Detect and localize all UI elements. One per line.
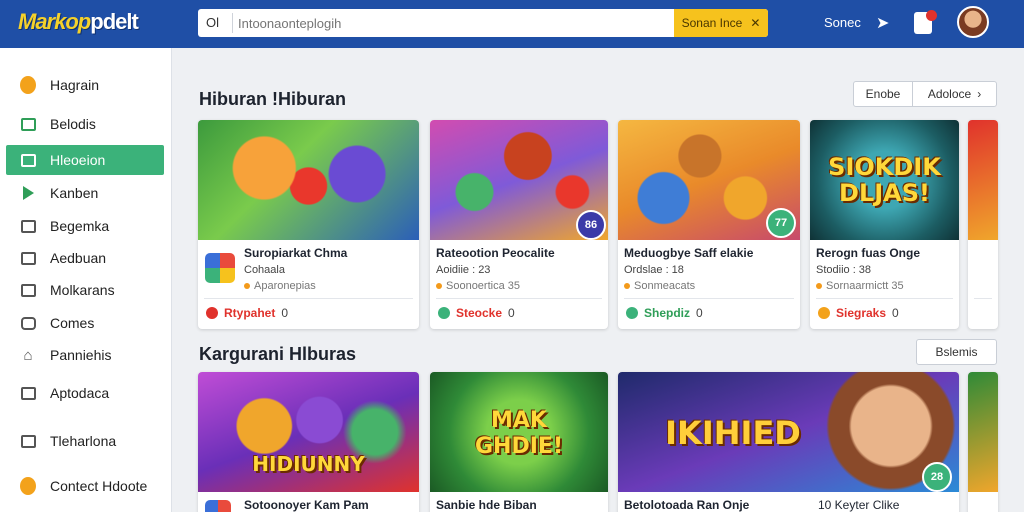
game-icon: [205, 500, 231, 512]
play-icon: [20, 185, 36, 201]
folder-icon: [20, 433, 36, 449]
top-bar: Markoppdelt Ol Sonan Ince ✕ Sonec ➤: [0, 0, 1024, 48]
search-bar: Ol Sonan Ince ✕: [198, 9, 768, 37]
sidebar-item-10[interactable]: Aptodaca: [6, 378, 164, 408]
game-thumbnail: [968, 372, 998, 492]
card-title[interactable]: Meduogbye Saff elakie: [624, 246, 753, 260]
game-card-partial[interactable]: [968, 120, 998, 329]
game-icon: [205, 253, 235, 283]
chevron-right-icon: ›: [977, 87, 982, 101]
card-title[interactable]: Sotoonoyer Kam Pam: [244, 498, 369, 512]
divider: [624, 298, 794, 299]
game-thumbnail: [198, 120, 419, 240]
rating-badge: 77: [766, 208, 796, 238]
card-sub: Sornaarmictt 35: [816, 280, 904, 292]
divider: [436, 298, 602, 299]
game-thumbnail: [968, 120, 998, 240]
search-divider: [232, 13, 233, 33]
card-title[interactable]: Sanbie hde Biban: [436, 498, 537, 512]
close-icon[interactable]: ✕: [750, 16, 760, 30]
rating-badge: 86: [576, 210, 606, 240]
card-meta: Stodiio : 38: [816, 264, 872, 276]
search-input[interactable]: [238, 11, 668, 35]
game-card-partial[interactable]: [968, 372, 998, 512]
card-title[interactable]: Suropiarkat Chma: [244, 246, 347, 260]
game-card[interactable]: 77 Meduogbye Saff elakie Ordslae : 18 So…: [618, 120, 800, 329]
game-art-title: MAK GHDIE!: [475, 408, 563, 459]
check-square-icon: [20, 152, 36, 168]
home-icon: ⌂: [23, 346, 33, 364]
game-art-title: IKIHIED: [665, 414, 801, 452]
card-sub: Aparonepias: [244, 280, 316, 292]
coin-icon: [20, 477, 36, 495]
sort-button[interactable]: Enobe: [853, 81, 913, 107]
sidebar-item-12[interactable]: Contect Hdoote: [6, 471, 164, 501]
card-meta: Cohaala: [244, 264, 285, 276]
grid-icon: [20, 282, 36, 298]
game-art-title: SIOKDIK DLJAS!: [828, 153, 941, 207]
check-icon: [626, 307, 638, 319]
divider: [816, 298, 953, 299]
see-all-button[interactable]: Bslemis: [916, 339, 997, 365]
game-card[interactable]: Suropiarkat Chma Cohaala Aparonepias Rty…: [198, 120, 419, 329]
sidebar-item-5[interactable]: Begemka: [6, 211, 164, 241]
game-card[interactable]: HIDIUNNY Sotoonoyer Kam Pam: [198, 372, 419, 512]
sidebar-item-6[interactable]: Aedbuan: [6, 243, 164, 273]
card-action[interactable]: Shepdiz 0: [626, 306, 703, 320]
pencil-icon: [438, 307, 450, 319]
heart-icon: [206, 307, 218, 319]
sidebar-item-8[interactable]: Comes: [6, 308, 164, 338]
sidebar-item-9[interactable]: ⌂ Panniehis: [6, 340, 164, 370]
search-button[interactable]: Sonan Ince ✕: [674, 9, 768, 37]
game-card[interactable]: 86 Rateootion Peocalite Aoidiie : 23 Soo…: [430, 120, 608, 329]
game-card[interactable]: MAK GHDIE! Sanbie hde Biban: [430, 372, 608, 512]
section-title-kargurani: Kargurani Hlburas: [199, 344, 357, 364]
sidebar: Hagrain Belodis Hleoeion Kanben Begemka …: [0, 48, 172, 512]
star-icon: [818, 307, 830, 319]
card-title[interactable]: Rateootion Peocalite: [436, 246, 555, 260]
card-action[interactable]: Steocke 0: [438, 306, 515, 320]
sidebar-item-11[interactable]: Tleharlona: [6, 426, 164, 456]
notification-badge: [926, 10, 937, 21]
advance-button[interactable]: Adoloce ›: [912, 81, 997, 107]
card-title[interactable]: Betolotoada Ran Onje: [624, 498, 749, 512]
sidebar-item-4[interactable]: Kanben: [6, 178, 164, 208]
card-extra: 10 Keyter Clike: [818, 498, 900, 512]
card-sub: Soonoertica 35: [436, 280, 520, 292]
header-link[interactable]: Sonec: [824, 15, 861, 30]
card-sub: Sonmeacats: [624, 280, 695, 292]
search-icon[interactable]: Ol: [206, 15, 219, 30]
section-title-hiburan: Hiburan !Hiburan: [199, 89, 346, 109]
sidebar-item-1[interactable]: Hagrain: [6, 70, 164, 100]
sidebar-item-3[interactable]: Hleoeion: [6, 145, 164, 175]
tablet-icon: [20, 315, 36, 331]
game-card[interactable]: SIOKDIK DLJAS! Rerogn fuas Onge Stodiio …: [810, 120, 959, 329]
edit-icon: [20, 385, 36, 401]
share-icon[interactable]: ➤: [876, 13, 889, 33]
avatar[interactable]: [957, 6, 989, 38]
card-title[interactable]: Rerogn fuas Onge: [816, 246, 920, 260]
game-card[interactable]: IKIHIED 28 Betolotoada Ran Onje 10 Keyte…: [618, 372, 959, 512]
card-meta: Aoidiie : 23: [436, 264, 491, 276]
card-meta: Ordslae : 18: [624, 264, 684, 276]
game-art-title: HIDIUNNY: [252, 452, 365, 476]
coin-icon: [20, 76, 36, 94]
sidebar-item-2[interactable]: Belodis: [6, 109, 164, 139]
bag-icon: [20, 116, 36, 132]
card-action[interactable]: Rtypahet 0: [206, 306, 288, 320]
app-logo[interactable]: Markoppdelt: [18, 9, 139, 35]
mail-icon: [20, 250, 36, 266]
divider: [204, 298, 413, 299]
divider: [974, 298, 992, 299]
rating-badge: 28: [922, 462, 952, 492]
card-action[interactable]: Siegraks 0: [818, 306, 899, 320]
checkbox-icon: [20, 218, 36, 234]
sidebar-item-7[interactable]: Molkarans: [6, 275, 164, 305]
